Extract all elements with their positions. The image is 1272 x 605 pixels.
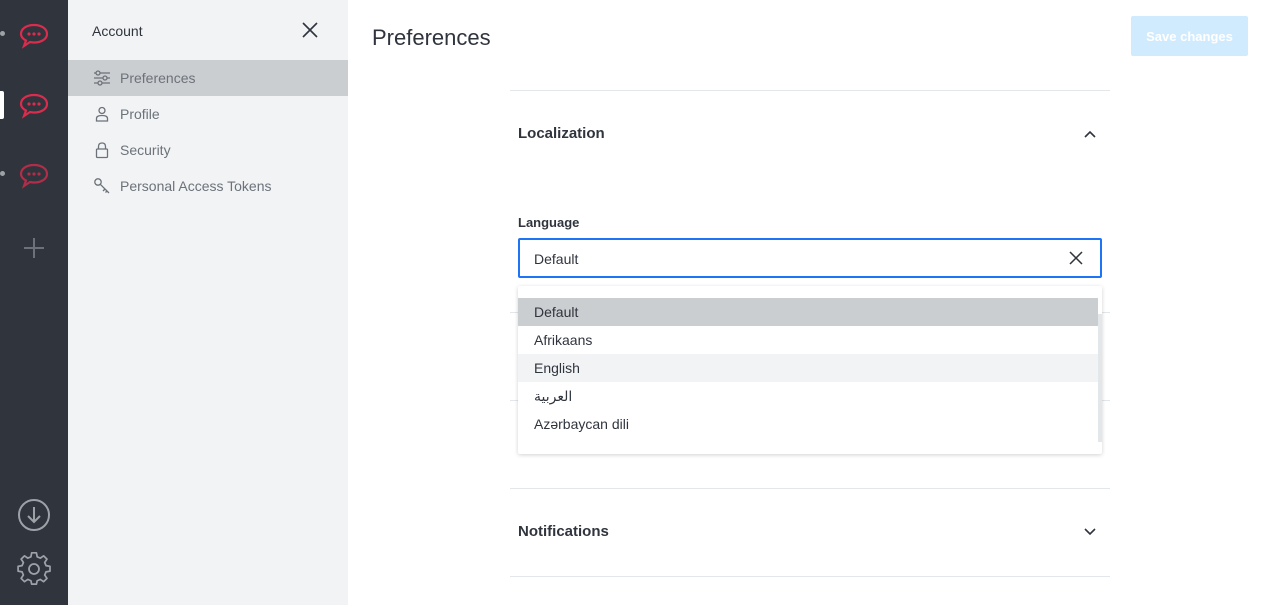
sliders-icon bbox=[93, 69, 111, 87]
server-1[interactable] bbox=[0, 15, 68, 55]
language-option-arabic[interactable]: العربية bbox=[518, 382, 1098, 410]
lock-icon bbox=[93, 141, 111, 159]
divider bbox=[510, 90, 1110, 91]
account-sidebar: Account Preferences Profile Security Per… bbox=[68, 0, 348, 605]
save-changes-button[interactable]: Save changes bbox=[1131, 16, 1248, 56]
sidebar-item-personal-access-tokens[interactable]: Personal Access Tokens bbox=[68, 168, 348, 204]
unread-dot bbox=[0, 171, 5, 176]
language-option-afrikaans[interactable]: Afrikaans bbox=[518, 326, 1098, 354]
rocketchat-logo-icon bbox=[19, 163, 49, 189]
download-icon[interactable] bbox=[16, 497, 52, 533]
gear-icon[interactable] bbox=[16, 551, 52, 587]
chevron-down-icon[interactable] bbox=[1082, 524, 1098, 540]
divider bbox=[510, 488, 1110, 489]
unread-dot bbox=[0, 31, 5, 36]
notifications-section-header[interactable]: Notifications bbox=[518, 523, 609, 540]
sidebar-item-security[interactable]: Security bbox=[68, 132, 348, 168]
page-title: Preferences bbox=[372, 25, 491, 50]
sidebar-title: Account bbox=[92, 23, 143, 39]
localization-section-header[interactable]: Localization bbox=[518, 125, 605, 142]
language-dropdown: Default Afrikaans English العربية Azərba… bbox=[518, 286, 1102, 454]
sidebar-item-label: Security bbox=[120, 142, 171, 158]
sidebar-item-label: Personal Access Tokens bbox=[120, 178, 272, 194]
sidebar-item-preferences[interactable]: Preferences bbox=[68, 60, 348, 96]
sidebar-item-label: Profile bbox=[120, 106, 160, 122]
sidebar-item-label: Preferences bbox=[120, 70, 196, 86]
rocketchat-logo-icon bbox=[19, 23, 49, 49]
language-label: Language bbox=[518, 215, 580, 230]
plus-icon[interactable] bbox=[20, 234, 48, 262]
language-select[interactable]: Default bbox=[518, 238, 1102, 278]
language-option-azerbaijani[interactable]: Azərbaycan dili bbox=[518, 410, 1098, 438]
language-option-default[interactable]: Default bbox=[518, 298, 1098, 326]
divider bbox=[510, 576, 1110, 577]
active-server-indicator bbox=[0, 91, 4, 119]
language-select-value: Default bbox=[534, 251, 579, 267]
app-window: Account Preferences Profile Security Per… bbox=[0, 0, 1272, 605]
user-icon bbox=[93, 105, 111, 123]
server-3[interactable] bbox=[0, 155, 68, 195]
key-icon bbox=[93, 177, 111, 195]
close-icon[interactable] bbox=[1068, 250, 1084, 266]
server-2[interactable] bbox=[0, 85, 68, 125]
language-option-english[interactable]: English bbox=[518, 354, 1098, 382]
sidebar-item-profile[interactable]: Profile bbox=[68, 96, 348, 132]
close-icon[interactable] bbox=[300, 20, 320, 40]
preferences-page: Preferences Save changes Localization La… bbox=[348, 0, 1272, 605]
server-rail bbox=[0, 0, 68, 605]
chevron-up-icon[interactable] bbox=[1082, 126, 1098, 142]
rocketchat-logo-icon bbox=[19, 93, 49, 119]
dropdown-scrollbar[interactable] bbox=[1098, 314, 1102, 442]
